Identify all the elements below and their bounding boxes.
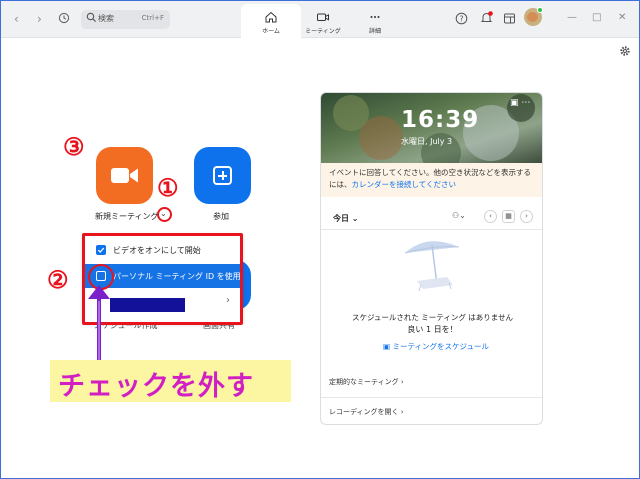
search-icon — [86, 12, 97, 23]
people-filter-icon[interactable]: ⚇⌄ — [452, 211, 466, 220]
prev-day-button[interactable]: ‹ — [484, 210, 497, 223]
settings-gear-icon[interactable] — [619, 45, 631, 57]
new-meeting-label: 新規ミーティング — [95, 212, 159, 221]
tab-more[interactable]: 詳細 — [345, 4, 405, 38]
tab-meetings[interactable]: ミーティング — [293, 4, 353, 38]
home-icon — [265, 11, 277, 23]
schedule-meeting-label: ミーティングをスケジュール — [392, 342, 490, 351]
avatar[interactable] — [524, 7, 543, 26]
today-label: 今日 — [333, 214, 349, 223]
history-icon[interactable] — [58, 12, 70, 24]
close-icon[interactable]: ✕ — [618, 13, 626, 23]
whiteboard-icon[interactable] — [503, 12, 516, 25]
connect-calendar-link[interactable]: カレンダーを接続してください — [352, 180, 457, 189]
notification-bell-icon[interactable] — [479, 10, 494, 25]
annotation-callout: チェックを外す — [50, 360, 291, 402]
help-icon[interactable]: ? — [455, 12, 468, 25]
calendar-small-icon: ▣ — [383, 342, 391, 351]
avatar-face — [527, 12, 538, 22]
svg-text:?: ? — [459, 15, 463, 24]
video-icon — [317, 13, 329, 21]
video-camera-icon — [111, 168, 138, 183]
calendar-connect-notice: イベントに回答してください。他の空き状況などを表示するには、カレンダーを接続して… — [321, 163, 542, 197]
clock-time: 16:39 — [401, 107, 480, 133]
no-meetings-text: スケジュールされた ミーティング はありません — [351, 313, 514, 322]
search-placeholder: 検索 — [98, 14, 114, 23]
annotation-number-2: ② — [47, 265, 69, 294]
tab-more-label: 詳細 — [368, 28, 381, 35]
forward-icon[interactable]: › — [37, 12, 42, 26]
search-input[interactable]: 検索 Ctrl+F — [81, 10, 170, 29]
annotation-circle-chevron — [157, 207, 172, 222]
tab-home-label: ホーム — [262, 28, 280, 35]
title-bar: ‹ › 検索 Ctrl+F ホーム ミーティング 詳細 ? — □ ✕ — [1, 1, 639, 38]
back-icon[interactable]: ‹ — [14, 12, 19, 26]
calendar-view-icon[interactable]: ▦ — [502, 210, 515, 223]
next-day-button[interactable]: › — [520, 210, 533, 223]
schedule-meeting-link[interactable]: ▣ ミーティングをスケジュール — [383, 341, 489, 352]
join-button[interactable] — [194, 147, 251, 204]
minimize-icon[interactable]: — — [567, 13, 577, 23]
join-label: 参加 — [213, 212, 229, 221]
divider — [321, 229, 542, 230]
today-dropdown[interactable]: 今日 ⌄ — [333, 213, 359, 224]
annotation-arrow — [88, 285, 110, 363]
maximize-icon[interactable]: □ — [592, 13, 601, 23]
calendar-panel: 16:39 水曜日, July 3 ▣ ⋯ イベントに回答してください。他の空き… — [320, 92, 543, 425]
beach-umbrella-illustration — [404, 241, 460, 292]
tab-home[interactable]: ホーム — [241, 4, 301, 38]
clock-date: 水曜日, July 3 — [401, 137, 453, 146]
plus-icon — [213, 166, 232, 185]
search-shortcut: Ctrl+F — [141, 14, 164, 22]
photo-options-icon[interactable]: ▣ ⋯ — [510, 98, 530, 108]
recurring-meetings-link[interactable]: 定期的なミーティング › — [329, 377, 404, 387]
more-icon — [370, 16, 380, 18]
open-recordings-link[interactable]: レコーディングを開く › — [329, 407, 404, 417]
new-meeting-button[interactable] — [96, 147, 153, 204]
open-recordings-label: レコーディングを開く — [329, 408, 399, 416]
annotation-number-1: ① — [157, 173, 179, 202]
annotation-callout-text: チェックを外す — [58, 371, 254, 402]
recurring-meetings-label: 定期的なミーティング — [329, 378, 399, 386]
divider — [321, 397, 542, 398]
presence-dot — [537, 7, 543, 13]
have-a-nice-day-text: 良い 1 日を！ — [407, 325, 458, 334]
tab-meetings-label: ミーティング — [305, 28, 341, 35]
annotation-number-3: ③ — [63, 132, 85, 161]
